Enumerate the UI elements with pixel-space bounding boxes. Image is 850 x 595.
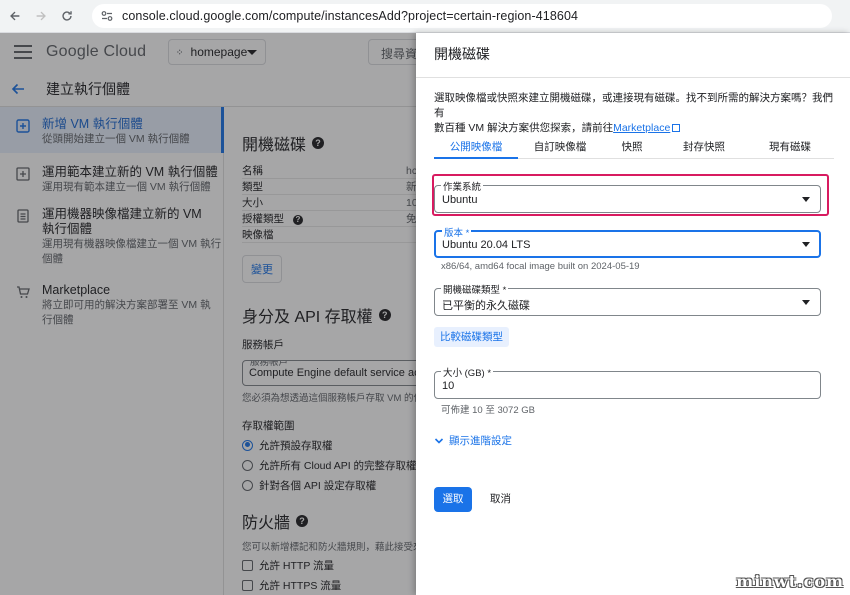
version-label: 版本 * xyxy=(442,225,472,239)
size-value: 10 xyxy=(442,380,455,392)
address-bar[interactable]: console.cloud.google.com/compute/instanc… xyxy=(92,4,832,28)
disk-type-select[interactable]: 開機磁碟類型 * 已平衡的永久磁碟 xyxy=(434,282,821,316)
browser-toolbar: console.cloud.google.com/compute/instanc… xyxy=(0,0,850,33)
size-hint: 可佈建 10 至 3072 GB xyxy=(441,405,535,416)
select-button[interactable]: 選取 xyxy=(434,487,472,512)
version-value: Ubuntu 20.04 LTS xyxy=(442,239,531,251)
size-label: 大小 (GB) * xyxy=(441,365,494,379)
tab-public-images[interactable]: 公開映像檔 xyxy=(434,133,518,159)
boot-disk-panel: 開機磁碟 選取映像檔或快照來建立開機磁碟，或連接現有磁碟。找不到所需的解決方案嗎… xyxy=(416,33,850,595)
panel-desc-line1: 選取映像檔或快照來建立開機磁碟，或連接現有磁碟。找不到所需的解決方案嗎？我們有 xyxy=(434,92,833,119)
site-settings-icon[interactable] xyxy=(100,9,114,23)
tab-archive-snapshots[interactable]: 封存快照 xyxy=(662,133,746,158)
compare-disk-types-button[interactable]: 比較磁碟類型 xyxy=(434,327,509,347)
tab-snapshots[interactable]: 快照 xyxy=(602,133,662,158)
version-hint: x86/64, amd64 focal image built on 2024-… xyxy=(441,261,640,272)
panel-description: 選取映像檔或快照來建立開機磁碟，或連接現有磁碟。找不到所需的解決方案嗎？我們有 … xyxy=(434,91,834,136)
arrow-drop-down-icon xyxy=(802,242,810,247)
disk-type-value: 已平衡的永久磁碟 xyxy=(442,300,530,312)
annotation-highlight-box xyxy=(432,174,829,216)
show-advanced-toggle[interactable]: 顯示進階設定 xyxy=(434,433,512,448)
panel-title: 開機磁碟 xyxy=(434,46,490,62)
divider xyxy=(416,77,850,78)
reload-icon[interactable] xyxy=(56,5,78,27)
disk-type-label: 開機磁碟類型 * xyxy=(441,282,509,296)
show-advanced-label: 顯示進階設定 xyxy=(449,435,512,447)
cancel-button[interactable]: 取消 xyxy=(490,487,511,512)
version-select[interactable]: 版本 * Ubuntu 20.04 LTS xyxy=(434,225,821,258)
arrow-drop-down-icon xyxy=(802,300,810,305)
expand-more-icon xyxy=(434,437,444,444)
image-source-tabs: 公開映像檔 自訂映像檔 快照 封存快照 現有磁碟 xyxy=(434,133,834,159)
open-in-new-icon xyxy=(672,124,681,132)
forward-icon[interactable] xyxy=(30,5,52,27)
tab-existing-disks[interactable]: 現有磁碟 xyxy=(746,133,834,158)
size-input[interactable]: 大小 (GB) * 10 xyxy=(434,365,821,399)
watermark: minwt.com xyxy=(736,572,844,591)
back-icon[interactable] xyxy=(4,5,26,27)
url-text: console.cloud.google.com/compute/instanc… xyxy=(122,9,579,23)
tab-custom-images[interactable]: 自訂映像檔 xyxy=(518,133,602,158)
